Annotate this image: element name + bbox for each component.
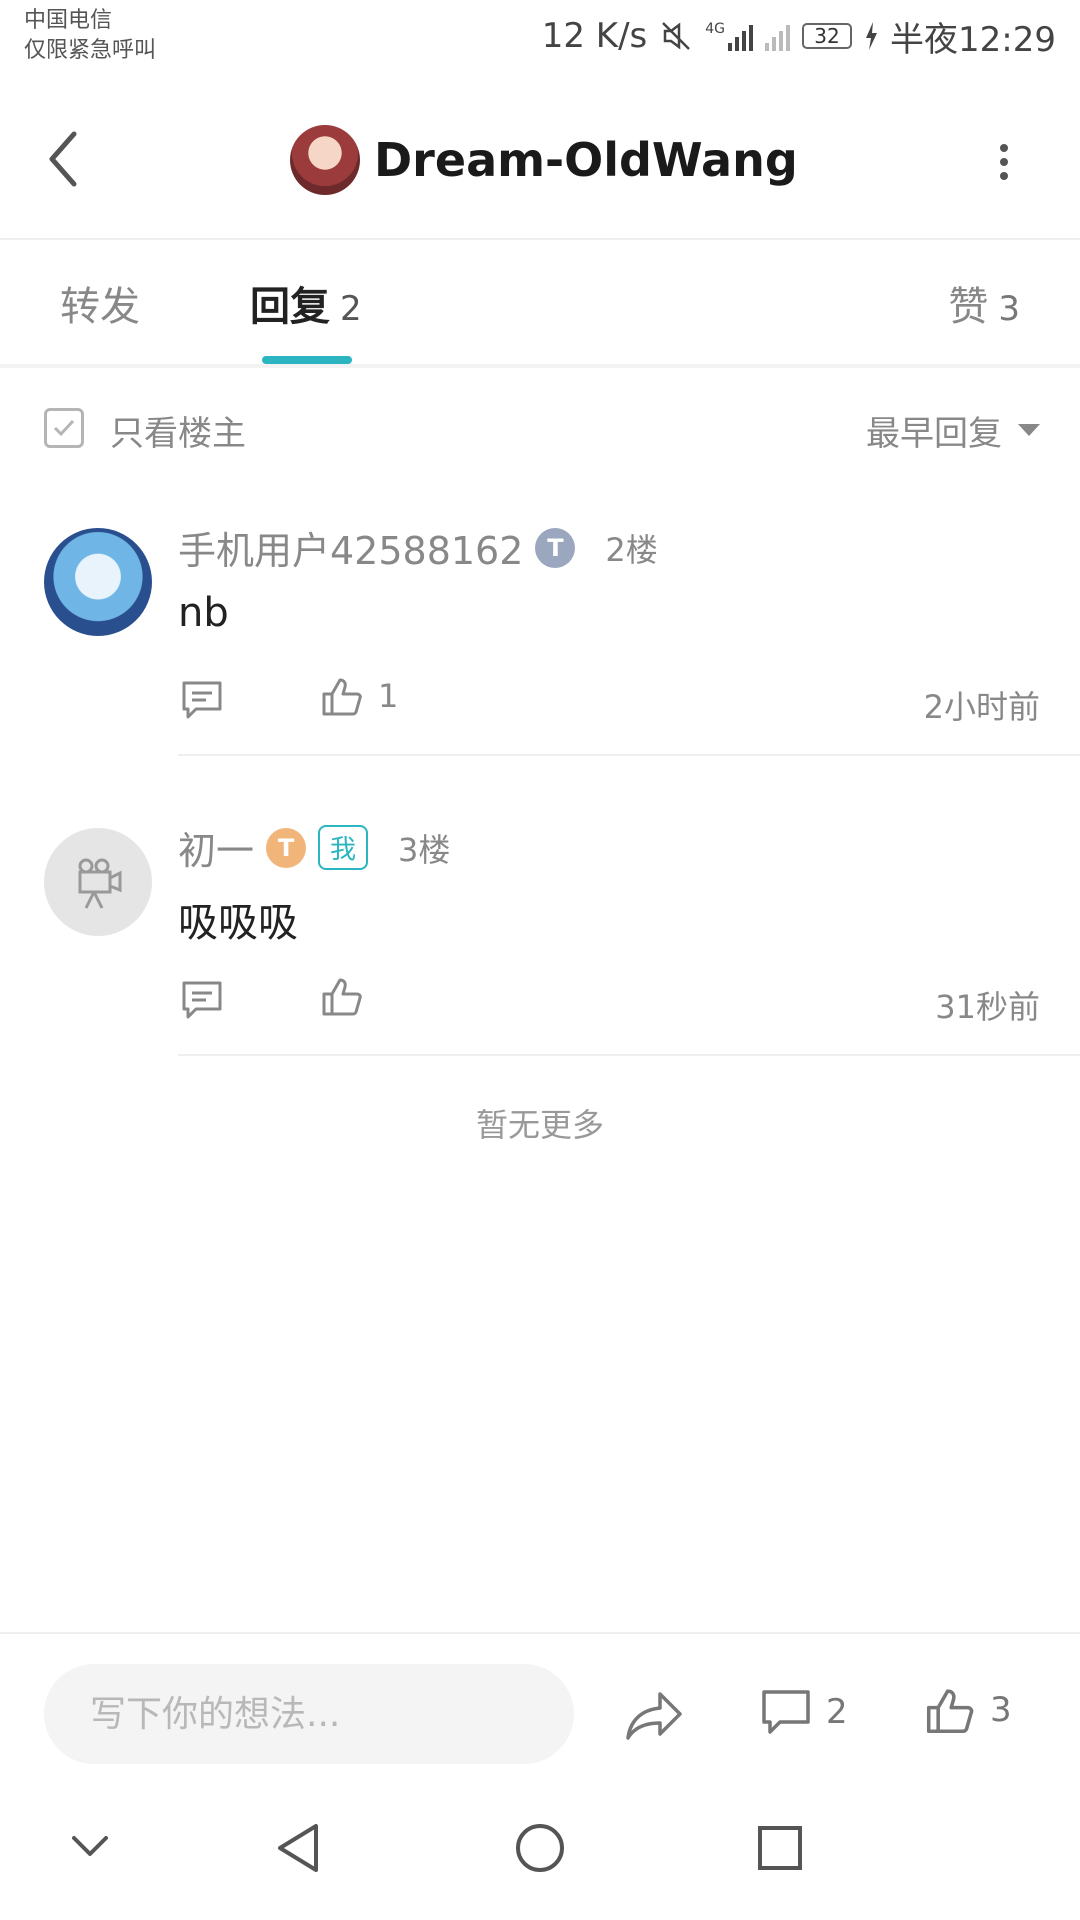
nav-home-button[interactable] <box>514 1822 566 1878</box>
tab-active-indicator <box>262 356 352 364</box>
tab-reply-label: 回复 <box>250 284 330 330</box>
charging-icon <box>866 22 878 50</box>
carrier-name: 中国电信 <box>24 8 113 33</box>
tab-forward-label: 转发 <box>60 284 140 330</box>
commenter-avatar[interactable] <box>44 528 152 636</box>
author-avatar[interactable] <box>290 125 360 195</box>
recents-square-icon <box>758 1826 802 1870</box>
collapse-icon <box>72 1836 108 1856</box>
thumbs-up-icon <box>926 1689 974 1734</box>
page-title: Dream-OldWang <box>374 133 798 187</box>
back-triangle-icon <box>278 1824 318 1872</box>
level-badge-icon: T <box>266 827 307 868</box>
caret-down-icon <box>1018 423 1040 436</box>
commenter-name[interactable]: 手机用户42588162 <box>178 520 523 575</box>
comment-actions: 31秒前 <box>180 970 1040 1030</box>
divider <box>178 1054 1080 1056</box>
back-button[interactable] <box>36 126 96 192</box>
sort-dropdown[interactable]: 最早回复 <box>866 406 1040 455</box>
like-button[interactable] <box>320 974 378 1018</box>
tab-like-label: 赞 <box>948 284 989 330</box>
network-speed: 12 K/s <box>541 16 648 56</box>
comments-button[interactable]: 2 <box>760 1686 848 1738</box>
floor-number: 2楼 <box>605 530 658 569</box>
system-nav-bar <box>0 1776 1080 1920</box>
badge-letter: T <box>277 833 295 862</box>
floor-number: 3楼 <box>398 830 451 869</box>
divider <box>178 754 1080 756</box>
home-circle-icon <box>516 1824 564 1872</box>
comment-icon <box>182 981 222 1019</box>
like-count: 1 <box>378 677 399 715</box>
commenter-avatar[interactable] <box>44 828 152 936</box>
reply-button[interactable] <box>180 678 224 726</box>
comment-icon <box>182 681 222 719</box>
end-of-list-text: 暂无更多 <box>475 1106 604 1144</box>
chevron-left-icon <box>49 131 77 187</box>
comment-item: 手机用户42588162 T 2楼 nb 1 2小时前 <box>0 520 1080 756</box>
nav-back-button[interactable] <box>274 1822 322 1878</box>
comment-bubble-icon <box>762 1690 810 1734</box>
comments-count: 2 <box>826 1692 848 1732</box>
comment-text: 吸吸吸 <box>178 900 298 946</box>
only-op-checkbox[interactable] <box>44 408 84 448</box>
comment-header: 手机用户42588162 T 2楼 <box>178 520 658 575</box>
signal-4g-icon: 4G <box>705 21 754 51</box>
tab-reply[interactable]: 回复 2 <box>250 274 362 332</box>
comment-input[interactable] <box>44 1664 574 1764</box>
comment-header: 初一 T 我 3楼 <box>178 820 450 875</box>
more-options-button[interactable] <box>994 140 1014 184</box>
tab-reply-count: 2 <box>340 289 362 329</box>
like-post-button[interactable]: 3 <box>924 1684 1012 1736</box>
check-icon <box>53 419 75 437</box>
title-group: Dream-OldWang <box>290 120 798 200</box>
battery-level: 32 <box>814 24 840 48</box>
clock: 半夜12:29 <box>890 19 1056 60</box>
sort-label: 最早回复 <box>866 414 1002 454</box>
only-op-label[interactable]: 只看楼主 <box>110 406 246 455</box>
like-button[interactable]: 1 <box>320 674 398 718</box>
comment-text: nb <box>178 590 229 636</box>
network-type: 4G <box>705 21 726 37</box>
post-like-count: 3 <box>990 1690 1012 1730</box>
me-tag: 我 <box>318 825 369 870</box>
thumbs-up-icon <box>322 678 362 716</box>
carrier-status: 仅限紧急呼叫 <box>24 38 157 63</box>
comment-actions: 1 2小时前 <box>180 670 1040 730</box>
status-bar: 中国电信 仅限紧急呼叫 12 K/s 4G 32 半夜12:29 <box>0 0 1080 80</box>
comment-item: 初一 T 我 3楼 吸吸吸 31秒前 <box>0 820 1080 1056</box>
share-icon <box>626 1692 682 1740</box>
status-icons: 12 K/s 4G 32 半夜12:29 <box>541 14 1056 60</box>
header: Dream-OldWang <box>0 80 1080 240</box>
tab-like[interactable]: 赞3 <box>948 274 1020 332</box>
comment-time: 31秒前 <box>935 988 1040 1026</box>
commenter-name[interactable]: 初一 <box>178 820 254 875</box>
level-badge-icon: T <box>535 527 576 568</box>
battery-icon: 32 <box>802 23 853 49</box>
filter-row: 只看楼主 最早回复 <box>0 364 1080 490</box>
tab-bar: 转发 回复 2 赞3 <box>0 240 1080 368</box>
reply-button[interactable] <box>180 978 224 1026</box>
share-button[interactable] <box>626 1690 684 1746</box>
tab-like-count: 3 <box>998 289 1020 329</box>
tab-forward[interactable]: 转发 <box>60 274 140 332</box>
camera-placeholder-icon <box>78 858 122 909</box>
bottom-action-bar: 2 3 <box>0 1632 1080 1768</box>
more-vertical-icon <box>1000 144 1008 180</box>
signal-empty-icon <box>765 21 791 51</box>
thumbs-up-icon <box>322 978 362 1016</box>
badge-letter: T <box>547 533 564 562</box>
mute-icon <box>662 22 691 50</box>
nav-collapse-button[interactable] <box>70 1822 110 1874</box>
nav-recents-button[interactable] <box>756 1822 804 1878</box>
carrier-info: 中国电信 仅限紧急呼叫 <box>24 6 156 66</box>
comment-time: 2小时前 <box>923 688 1040 726</box>
